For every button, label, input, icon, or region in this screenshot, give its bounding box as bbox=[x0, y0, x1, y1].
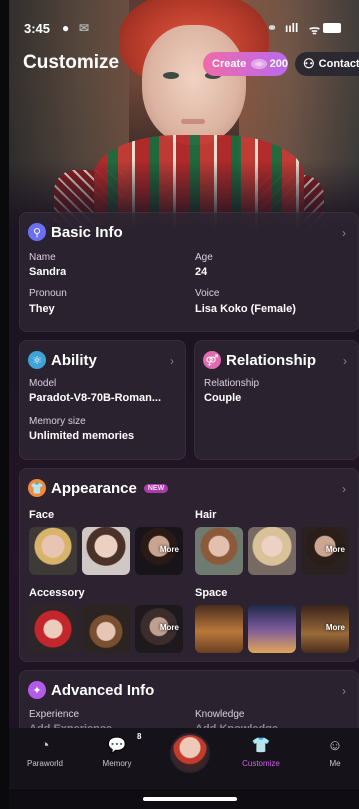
advanced-info-title: Advanced Info bbox=[51, 681, 155, 699]
memory-size-value: Unlimited memories bbox=[29, 430, 135, 442]
shirt-icon: 👕 bbox=[28, 479, 46, 497]
ability-title: Ability bbox=[51, 351, 97, 369]
hair-thumb-2[interactable] bbox=[248, 527, 296, 575]
home-indicator[interactable] bbox=[143, 797, 237, 801]
ability-card[interactable]: ⚛ Ability › Model Paradot-V8-70B-Roman..… bbox=[19, 340, 186, 460]
accessory-thumb-2[interactable] bbox=[82, 605, 130, 653]
more-label: More bbox=[325, 623, 345, 632]
relationship-card[interactable]: ⚤ Relationship › Relationship Couple bbox=[194, 340, 359, 460]
create-count: 200 bbox=[269, 58, 288, 70]
more-label: More bbox=[325, 545, 345, 554]
screen-edge bbox=[0, 0, 9, 809]
wifi-icon: ᯤ bbox=[309, 23, 320, 37]
voice-label: Voice bbox=[195, 288, 220, 299]
age-value: 24 bbox=[195, 266, 208, 278]
customize-icon: 👕 bbox=[251, 737, 271, 754]
chevron-right-icon: › bbox=[342, 684, 346, 698]
space-more-thumb[interactable]: More bbox=[301, 605, 349, 653]
battery-icon bbox=[323, 23, 341, 33]
more-label: More bbox=[159, 623, 179, 632]
memory-badge: 8 bbox=[137, 732, 142, 741]
contact-label: Contact bbox=[318, 58, 359, 70]
memory-size-label: Memory size bbox=[29, 416, 86, 427]
pronoun-value: They bbox=[29, 303, 55, 315]
couple-icon: ⚤ bbox=[203, 351, 221, 369]
coin-icon bbox=[251, 59, 267, 69]
avatar[interactable] bbox=[170, 733, 210, 773]
space-thumb-1[interactable] bbox=[195, 605, 243, 653]
status-time: 3:45 bbox=[24, 21, 51, 36]
contact-icon: ⚇ bbox=[303, 56, 315, 71]
contact-button[interactable]: ⚇ Contact bbox=[295, 52, 359, 76]
user-icon: ⚲ bbox=[28, 223, 46, 241]
chevron-right-icon: › bbox=[342, 482, 346, 496]
status-bar: 3:45 ● ✉ ⚭ ııll ᯤ bbox=[9, 18, 359, 40]
bulb-icon: ✦ bbox=[28, 681, 46, 699]
model-value: Paradot-V8-70B-Roman... bbox=[29, 392, 162, 404]
name-label: Name bbox=[29, 252, 56, 263]
hair-thumb-1[interactable] bbox=[195, 527, 243, 575]
me-icon: ☺ bbox=[327, 737, 343, 754]
vibrate-icon: ⚭ bbox=[267, 21, 278, 35]
name-value: Sandra bbox=[29, 266, 67, 278]
nav-customize[interactable]: 👕 Customize bbox=[231, 736, 291, 768]
model-label: Model bbox=[29, 378, 57, 389]
face-label: Face bbox=[29, 509, 55, 521]
appearance-card[interactable]: 👕 Appearance NEW › Face More Hair More A… bbox=[19, 468, 359, 662]
appearance-title: Appearance bbox=[51, 479, 137, 497]
memory-icon: 💬 bbox=[107, 737, 127, 754]
phone-screen: 3:45 ● ✉ ⚭ ııll ᯤ Customize Create 200 ⚇… bbox=[0, 0, 359, 809]
knowledge-label: Knowledge bbox=[195, 709, 245, 720]
nav-memory-label: Memory bbox=[102, 759, 132, 768]
chevron-right-icon: › bbox=[343, 354, 347, 368]
basic-info-card[interactable]: ⚲ Basic Info › Name Sandra Age 24 Pronou… bbox=[19, 212, 359, 332]
accessory-label: Accessory bbox=[29, 587, 85, 599]
page-title: Customize bbox=[23, 52, 120, 73]
hair-more-thumb[interactable]: More bbox=[301, 527, 349, 575]
bottom-nav: ◔ Paraworld 💬 Memory 8 👕 Customize ☺ Me bbox=[9, 728, 359, 788]
chevron-right-icon: › bbox=[342, 226, 346, 240]
experience-label: Experience bbox=[29, 709, 80, 720]
create-label: Create bbox=[212, 58, 247, 70]
paraworld-icon: ◔ bbox=[40, 737, 50, 754]
nav-paraworld[interactable]: ◔ Paraworld bbox=[15, 736, 75, 768]
accessory-more-thumb[interactable]: More bbox=[135, 605, 183, 653]
voice-value: Lisa Koko (Female) bbox=[195, 303, 296, 315]
notification-dot-icon: ● bbox=[62, 21, 70, 35]
relationship-title: Relationship bbox=[226, 351, 317, 369]
mail-icon: ✉ bbox=[79, 21, 90, 35]
face-thumb-2[interactable] bbox=[82, 527, 130, 575]
relationship-label: Relationship bbox=[204, 378, 260, 389]
face-more-thumb[interactable]: More bbox=[135, 527, 183, 575]
accessory-thumb-1[interactable] bbox=[29, 605, 77, 653]
age-label: Age bbox=[195, 252, 213, 263]
signal-icon: ııll bbox=[285, 21, 299, 35]
atom-icon: ⚛ bbox=[28, 351, 46, 369]
space-thumb-2[interactable] bbox=[248, 605, 296, 653]
chevron-right-icon: › bbox=[170, 354, 174, 368]
face-thumb-1[interactable] bbox=[29, 527, 77, 575]
basic-info-title: Basic Info bbox=[51, 223, 123, 241]
pronoun-label: Pronoun bbox=[29, 288, 67, 299]
relationship-value: Couple bbox=[204, 392, 242, 404]
create-button[interactable]: Create 200 bbox=[203, 52, 288, 76]
new-badge: NEW bbox=[143, 483, 169, 493]
nav-me[interactable]: ☺ Me bbox=[305, 736, 359, 768]
nav-paraworld-label: Paraworld bbox=[26, 759, 63, 768]
space-label: Space bbox=[195, 587, 228, 599]
hair-label: Hair bbox=[195, 509, 217, 521]
nav-me-label: Me bbox=[329, 759, 341, 768]
nav-customize-label: Customize bbox=[242, 759, 280, 768]
more-label: More bbox=[159, 545, 179, 554]
